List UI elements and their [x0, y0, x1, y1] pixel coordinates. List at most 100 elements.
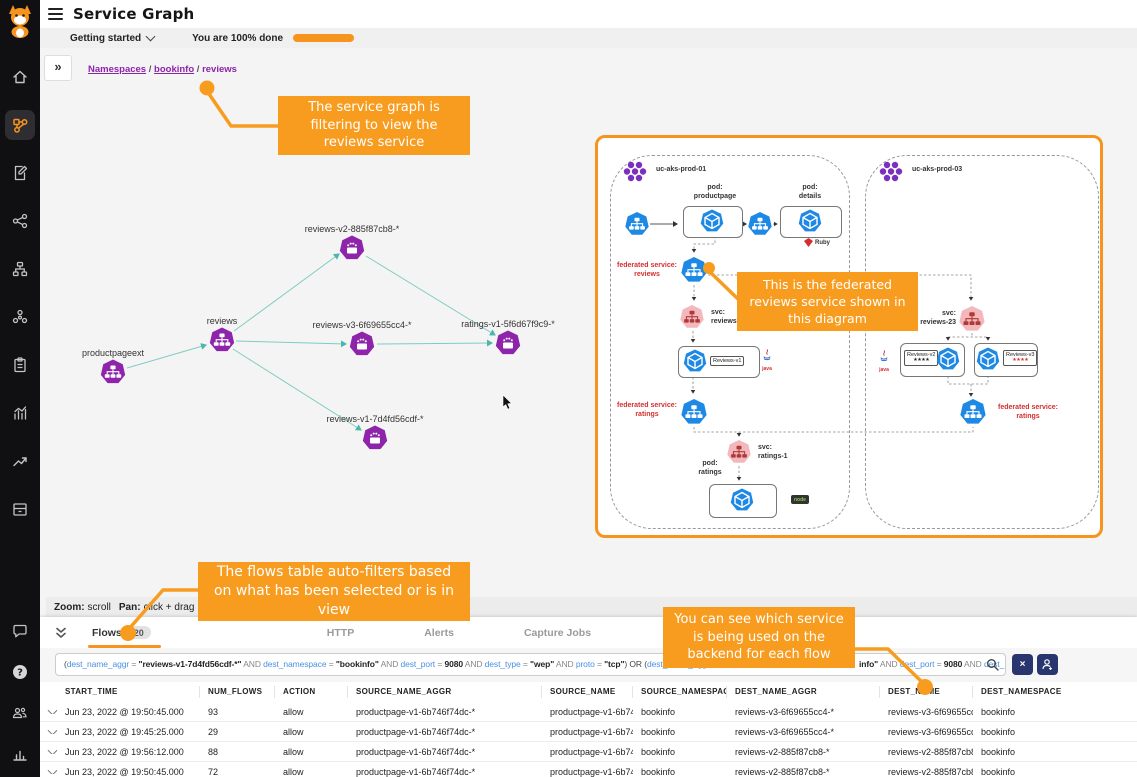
- workloads-icon[interactable]: [5, 302, 35, 332]
- flows-tabs-bar: Flows20 HTTP Alerts Capture Jobs: [40, 617, 1137, 648]
- network-icon[interactable]: [5, 206, 35, 236]
- flow-filter-input[interactable]: (dest_name_aggr = "reviews-v1-7d4fd56cdf…: [55, 653, 1006, 676]
- callout-federated-service: This is the federated reviews service sh…: [737, 272, 918, 331]
- cluster-icon: [622, 160, 650, 182]
- callout-filtering: The service graph is filtering to view t…: [278, 96, 470, 155]
- query-token: AND: [878, 659, 900, 669]
- clear-filter-button[interactable]: ×: [1012, 654, 1033, 675]
- cluster-icon: [878, 160, 906, 182]
- query-token: =: [129, 659, 138, 669]
- service-graph-canvas[interactable]: » Namespaces / bookinfo / reviews: [40, 48, 1137, 617]
- trends-icon[interactable]: [5, 446, 35, 476]
- left-sidebar: ?: [0, 0, 40, 777]
- cell-dest-namespace: bookinfo: [973, 767, 1137, 777]
- endpoints-icon[interactable]: [5, 254, 35, 284]
- nodejs-icon: node: [791, 495, 809, 504]
- query-token: AND: [241, 659, 263, 669]
- query-token: dest_port: [900, 659, 935, 669]
- query-token: ) OR (: [624, 659, 647, 669]
- stats-icon[interactable]: [5, 739, 35, 769]
- query-strip: (dest_name_aggr = "reviews-v1-7d4fd56cdf…: [40, 648, 1137, 682]
- callout-backend-service: You can see which service is being used …: [663, 607, 855, 668]
- query-token: dest_namespace: [263, 659, 326, 669]
- query-token: "wep": [530, 659, 554, 669]
- row-expand-chevron-icon[interactable]: [40, 710, 57, 714]
- activity-icon[interactable]: [5, 398, 35, 428]
- col-source-name-aggr: SOURCE_NAME_AGGR: [348, 686, 542, 698]
- cell-action: allow: [275, 747, 348, 757]
- diagram-connectors: [598, 138, 1106, 541]
- getting-started-dropdown[interactable]: Getting started: [70, 33, 154, 44]
- reviews-v2-tag: Reviews-v2★★★★: [904, 350, 938, 366]
- query-token: "tcp": [604, 659, 624, 669]
- policies-icon[interactable]: [5, 158, 35, 188]
- cell-source-namespace: bookinfo: [633, 707, 727, 717]
- cell-dest-name-aggr: reviews-v2-885f87cb8-*: [727, 767, 880, 777]
- cell-dest-name: reviews-v3-6f69655cc…: [880, 707, 973, 717]
- calico-cat-logo: [5, 4, 35, 38]
- cell-source-name: productpage-v1-6b746…: [542, 747, 633, 757]
- cell-action: allow: [275, 727, 348, 737]
- query-token: =: [934, 659, 943, 669]
- cell-dest-name: reviews-v3-6f69655cc…: [880, 727, 973, 737]
- query-token: "bookinfo": [336, 659, 379, 669]
- cell-source-name: productpage-v1-6b746…: [542, 767, 633, 777]
- row-expand-chevron-icon[interactable]: [40, 770, 57, 774]
- table-row[interactable]: Jun 23, 2022 @ 19:56:12.000 88 allow pro…: [40, 742, 1137, 762]
- cell-source-name: productpage-v1-6b746…: [542, 727, 633, 737]
- hint-zoom-label: Zoom:: [54, 602, 85, 613]
- tab-http[interactable]: HTTP: [327, 617, 354, 648]
- cluster-1-name: uc-aks-prod-01: [656, 166, 706, 175]
- svc-reviews-23-label: svc:reviews-23: [920, 310, 956, 328]
- query-text-a: (dest_name_aggr = "reviews-v1-7d4fd56cdf…: [64, 654, 726, 675]
- pod-productpage-label: pod:productpage: [690, 184, 740, 202]
- tab-flows[interactable]: Flows20: [92, 617, 151, 648]
- cell-num-flows: 88: [200, 747, 275, 757]
- archive-icon[interactable]: [5, 494, 35, 524]
- table-row[interactable]: Jun 23, 2022 @ 19:50:45.000 93 allow pro…: [40, 702, 1137, 722]
- tab-capture-jobs[interactable]: Capture Jobs: [524, 617, 591, 648]
- cell-dest-name-aggr: reviews-v2-885f87cb8-*: [727, 747, 880, 757]
- progress-bar: [293, 34, 354, 42]
- table-row[interactable]: Jun 23, 2022 @ 19:45:25.000 29 allow pro…: [40, 722, 1137, 742]
- tab-alerts[interactable]: Alerts: [424, 617, 454, 648]
- flows-table-body: Jun 23, 2022 @ 19:50:45.000 93 allow pro…: [40, 702, 1137, 777]
- table-row[interactable]: Jun 23, 2022 @ 19:50:45.000 72 allow pro…: [40, 762, 1137, 777]
- svc-ratings-1-label: svc:ratings-1: [758, 444, 788, 462]
- service-graph-icon[interactable]: [5, 110, 35, 140]
- row-expand-chevron-icon[interactable]: [40, 750, 57, 754]
- cell-start-time: Jun 23, 2022 @ 19:50:45.000: [57, 767, 200, 777]
- query-token: AND: [554, 659, 576, 669]
- collapse-flows-icon[interactable]: [54, 626, 68, 640]
- search-icon[interactable]: [986, 658, 999, 671]
- user-policy-button[interactable]: [1037, 654, 1058, 675]
- query-token: AND: [463, 659, 485, 669]
- col-dest-name-aggr: DEST_NAME_AGGR: [727, 686, 880, 698]
- chevron-down-icon: [146, 32, 156, 42]
- java-icon: java: [762, 348, 772, 372]
- svg-text:?: ?: [17, 668, 23, 679]
- getting-started-bar: Getting started You are 100% done: [40, 28, 1137, 48]
- hint-pan-label: Pan:: [119, 602, 141, 613]
- row-expand-chevron-icon[interactable]: [40, 730, 57, 734]
- help-icon[interactable]: ?: [5, 657, 35, 687]
- cell-source-name: productpage-v1-6b746…: [542, 707, 633, 717]
- compliance-icon[interactable]: [5, 350, 35, 380]
- query-token: dest_type: [485, 659, 521, 669]
- progress-status: You are 100% done: [192, 33, 283, 44]
- cell-dest-namespace: bookinfo: [973, 747, 1137, 757]
- cell-num-flows: 29: [200, 727, 275, 737]
- cell-source-name-aggr: productpage-v1-6b746f74dc-*: [348, 727, 542, 737]
- cell-source-namespace: bookinfo: [633, 747, 727, 757]
- col-source-namespace: SOURCE_NAMESPACE: [633, 686, 727, 698]
- cell-action: allow: [275, 707, 348, 717]
- query-token: AND: [962, 659, 984, 669]
- cell-action: allow: [275, 767, 348, 777]
- chat-icon[interactable]: [5, 616, 35, 646]
- team-icon[interactable]: [5, 698, 35, 728]
- col-action: ACTION: [275, 686, 348, 698]
- hamburger-menu-icon[interactable]: [48, 8, 63, 20]
- query-token: dest_name_aggr: [67, 659, 129, 669]
- query-token: info": [859, 659, 878, 669]
- home-icon[interactable]: [5, 62, 35, 92]
